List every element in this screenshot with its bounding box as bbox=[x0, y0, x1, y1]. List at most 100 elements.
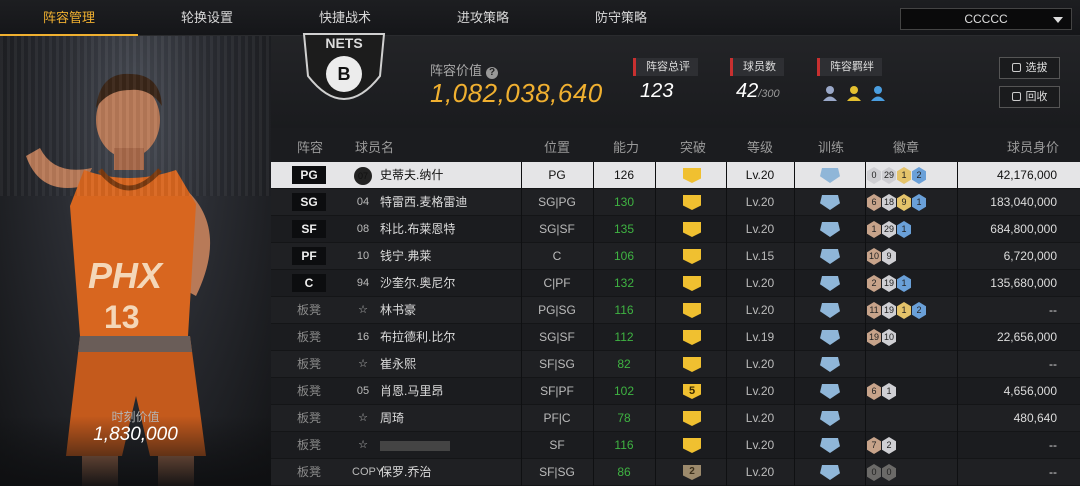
breakthrough-icon[interactable] bbox=[683, 411, 701, 426]
player-level: Lv.20 bbox=[745, 465, 775, 479]
tab-lineup[interactable]: 阵容管理 bbox=[0, 0, 138, 36]
col-slot[interactable]: 阵容 bbox=[297, 137, 323, 156]
player-salary: 480,640 bbox=[1013, 411, 1057, 425]
bond-icon bbox=[871, 86, 885, 101]
select-button[interactable]: 选拔 bbox=[999, 57, 1060, 79]
breakthrough-icon[interactable] bbox=[683, 303, 701, 318]
svg-text:13: 13 bbox=[104, 299, 140, 335]
player-name[interactable]: 肖恩.马里昂 bbox=[380, 378, 520, 405]
tab-rotation[interactable]: 轮换设置 bbox=[138, 0, 276, 36]
player-salary: -- bbox=[1049, 303, 1057, 317]
training-icon[interactable] bbox=[820, 438, 840, 453]
medal-icon: 29 bbox=[882, 167, 896, 184]
player-medals[interactable]: 19 10 bbox=[867, 329, 897, 347]
player-name[interactable]: 林书豪 bbox=[380, 297, 520, 324]
training-icon[interactable] bbox=[820, 465, 840, 480]
medal-icon: 29 bbox=[882, 221, 896, 238]
player-medals[interactable]: 61 bbox=[867, 383, 897, 401]
player-name[interactable]: 周琦 bbox=[380, 405, 520, 432]
breakthrough-icon[interactable] bbox=[683, 195, 701, 210]
breakthrough-icon[interactable] bbox=[683, 438, 701, 453]
col-position[interactable]: 位置 bbox=[544, 137, 570, 156]
medal-icon: 0 bbox=[867, 167, 881, 184]
player-name[interactable]: 科比.布莱恩特 bbox=[380, 216, 520, 243]
medal-icon: 9 bbox=[882, 248, 896, 265]
moment-value: 1,830,000 bbox=[93, 424, 178, 445]
player-ability: 86 bbox=[617, 465, 631, 479]
player-medals[interactable]: 72 bbox=[867, 437, 897, 455]
recycle-button[interactable]: 回收 bbox=[999, 86, 1060, 108]
player-name[interactable]: 特雷西.麦格雷迪 bbox=[380, 189, 520, 216]
training-icon[interactable] bbox=[820, 168, 840, 183]
breakthrough-icon[interactable] bbox=[683, 249, 701, 264]
breakthrough-icon[interactable] bbox=[683, 276, 701, 291]
player-name[interactable]: 崔永熙 bbox=[380, 351, 520, 378]
table-row[interactable]: 板凳 05 肖恩.马里昂 SF|PF 102 5 Lv.20 6 1 4,656,000 bbox=[271, 378, 1080, 405]
player-name[interactable]: 史蒂夫.纳什 bbox=[380, 162, 520, 189]
breakthrough-icon[interactable]: 2 bbox=[683, 465, 701, 480]
player-name[interactable]: 钱宁.弗莱 bbox=[380, 243, 520, 270]
table-row[interactable]: 板凳 16 布拉德利.比尔 SG|SF 112 Lv.19 19 10 22,656,000 bbox=[271, 324, 1080, 351]
player-name[interactable]: 沙奎尔.奥尼尔 bbox=[380, 270, 520, 297]
table-row[interactable]: 板凳 ☆ 林书豪 PG|SG 116 Lv.20 11 19 1 2 -- bbox=[271, 297, 1080, 324]
tab-defense[interactable]: 防守策略 bbox=[552, 0, 690, 36]
lineup-slot: 板凳 bbox=[296, 384, 321, 398]
account-dropdown[interactable]: CCCCC bbox=[900, 8, 1072, 30]
jersey-number: 07 bbox=[354, 167, 372, 185]
training-icon[interactable] bbox=[820, 411, 840, 426]
breakthrough-icon[interactable] bbox=[683, 357, 701, 372]
jersey-number: 94 bbox=[356, 277, 370, 289]
table-row[interactable]: 板凳 COPY 保罗.乔治 SF|SG 86 2 Lv.20 0 0 -- bbox=[271, 459, 1080, 486]
player-position: SG|SF bbox=[539, 330, 575, 344]
col-salary[interactable]: 球员身价 bbox=[1007, 137, 1059, 156]
table-row[interactable]: PG 07 史蒂夫.纳什 PG 126 Lv.20 0 29 1 2 42,176,000 bbox=[271, 162, 1080, 189]
table-row[interactable]: 板凳 ☆ 崔永熙 SF|SG 82 Lv.20 -- bbox=[271, 351, 1080, 378]
breakthrough-icon[interactable]: 5 bbox=[683, 384, 701, 399]
tab-offense[interactable]: 进攻策略 bbox=[414, 0, 552, 36]
training-icon[interactable] bbox=[820, 222, 840, 237]
player-medals[interactable]: 10 9 bbox=[867, 248, 897, 266]
breakthrough-icon[interactable] bbox=[683, 330, 701, 345]
lineup-slot: 板凳 bbox=[296, 438, 321, 452]
table-row[interactable]: SF 08 科比.布莱恩特 SG|SF 135 Lv.20 1 29 1 684,800,000 bbox=[271, 216, 1080, 243]
player-name-hidden[interactable] bbox=[380, 432, 520, 459]
breakthrough-icon[interactable] bbox=[683, 222, 701, 237]
col-level[interactable]: 等级 bbox=[747, 137, 773, 156]
table-row[interactable]: SG 04 特雷西.麦格雷迪 SG|PG 130 Lv.20 6 18 9 1 183,040,00… bbox=[271, 189, 1080, 216]
training-icon[interactable] bbox=[820, 303, 840, 318]
bond-icons[interactable] bbox=[822, 84, 892, 104]
player-medals[interactable]: 1 29 1 bbox=[867, 221, 912, 239]
training-icon[interactable] bbox=[820, 384, 840, 399]
training-icon[interactable] bbox=[820, 357, 840, 372]
table-row[interactable]: 板凳 ☆ SF 116 Lv.20 7 2 -- bbox=[271, 432, 1080, 459]
table-row[interactable]: C 94 沙奎尔.奥尼尔 C|PF 132 Lv.20 2 19 1 135,680,000 bbox=[271, 270, 1080, 297]
player-name[interactable]: 布拉德利.比尔 bbox=[380, 324, 520, 351]
player-name[interactable]: 保罗.乔治 bbox=[380, 459, 520, 486]
lineup-value-label: 阵容价值? bbox=[430, 60, 499, 79]
jersey-number: 05 bbox=[356, 385, 370, 397]
col-name[interactable]: 球员名 bbox=[355, 137, 394, 156]
col-training[interactable]: 训练 bbox=[818, 137, 844, 156]
svg-text:PHX: PHX bbox=[88, 255, 164, 296]
col-ability[interactable]: 能力 bbox=[613, 137, 639, 156]
player-ability: 135 bbox=[613, 222, 635, 236]
table-header: 阵容 球员名 位置 能力 突破 等级 训练 徽章 球员身价 bbox=[271, 128, 1080, 160]
table-row[interactable]: 板凳 ☆ 周琦 PF|C 78 Lv.20 480,640 bbox=[271, 405, 1080, 432]
player-medals[interactable]: 11 19 1 2 bbox=[867, 302, 927, 320]
table-row[interactable]: PF 10 钱宁.弗莱 C 106 Lv.15 10 9 6,720,000 bbox=[271, 243, 1080, 270]
training-icon[interactable] bbox=[820, 276, 840, 291]
player-medals[interactable]: 6 18 9 1 bbox=[867, 194, 927, 212]
breakthrough-icon[interactable] bbox=[683, 168, 701, 183]
training-icon[interactable] bbox=[820, 330, 840, 345]
training-icon[interactable] bbox=[820, 249, 840, 264]
col-breakthrough[interactable]: 突破 bbox=[680, 137, 706, 156]
training-icon[interactable] bbox=[820, 195, 840, 210]
col-medals[interactable]: 徽章 bbox=[893, 137, 919, 156]
player-medals[interactable]: 0 29 1 2 bbox=[867, 167, 927, 185]
player-position: SF|SG bbox=[539, 465, 575, 479]
medal-icon: 6 bbox=[867, 194, 881, 211]
medal-icon: 1 bbox=[867, 221, 881, 238]
lineup-slot: 板凳 bbox=[296, 411, 321, 425]
player-medals[interactable]: 00 bbox=[867, 464, 897, 482]
player-medals[interactable]: 2 19 1 bbox=[867, 275, 912, 293]
